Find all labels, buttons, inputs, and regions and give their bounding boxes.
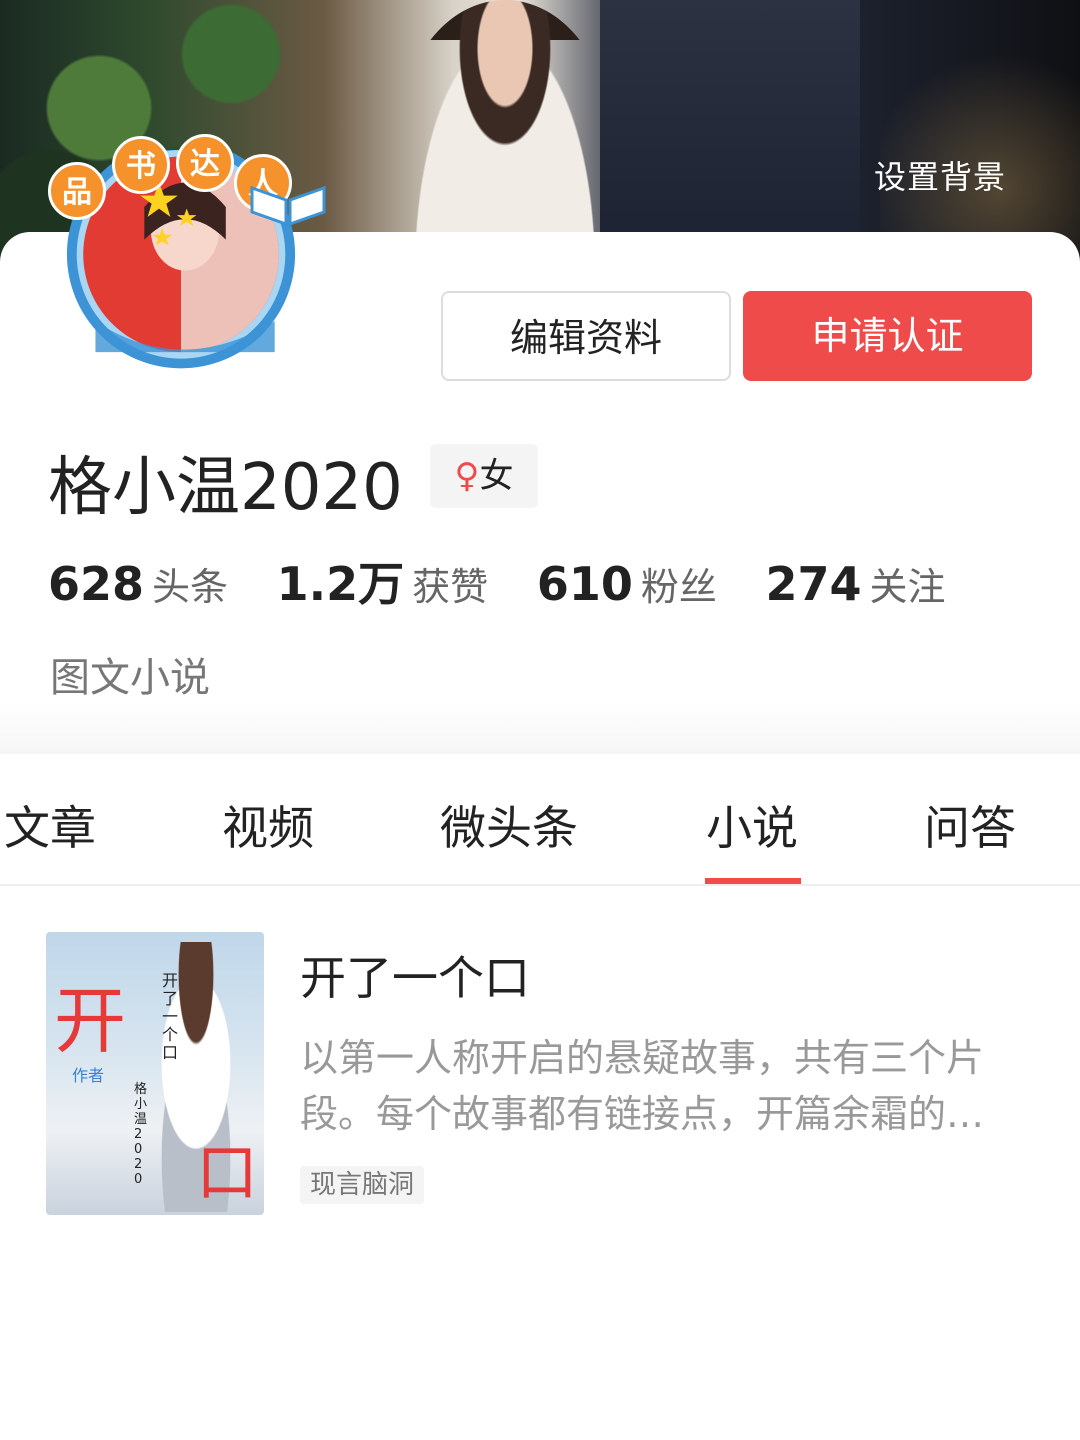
female-icon: ♀ xyxy=(454,456,480,496)
stat-value: 274 xyxy=(765,557,862,611)
tab-qa[interactable]: 问答 xyxy=(924,792,1016,858)
cover-title-left: 开 xyxy=(54,979,127,1063)
stat-label: 头条 xyxy=(152,565,229,609)
banner-man-figure xyxy=(600,0,860,270)
stat-label: 粉丝 xyxy=(640,565,717,609)
novel-description: 以第一人称开启的悬疑故事，共有三个片段。每个故事都有链接点，开篇余霜的… xyxy=(300,1036,985,1136)
tab-novels[interactable]: 小说 xyxy=(706,792,798,858)
cover-author-label: 作者 xyxy=(72,1066,105,1085)
apply-verification-button[interactable]: 申请认证 xyxy=(743,291,1032,381)
novel-cover[interactable]: 开 开了一个口 作者 格小温2020 口 xyxy=(46,932,264,1215)
book-icon xyxy=(250,185,326,227)
edit-profile-button[interactable]: 编辑资料 xyxy=(441,291,731,381)
cover-title-right: 口 xyxy=(196,1136,259,1209)
set-background-button[interactable]: 设置背景 xyxy=(874,152,1006,198)
cover-author: 格小温2020 xyxy=(134,1082,148,1187)
novel-title[interactable]: 开了一个口 xyxy=(300,942,530,1008)
tab-articles[interactable]: 文章 xyxy=(4,792,96,858)
stat-likes[interactable]: 1.2万 获赞 xyxy=(277,548,489,614)
avatar[interactable]: 品 书 达 人 xyxy=(36,134,326,420)
tab-videos[interactable]: 视频 xyxy=(222,792,314,858)
section-divider xyxy=(0,702,1080,754)
stat-followers[interactable]: 610 粉丝 xyxy=(537,556,717,611)
gender-label: 女 xyxy=(479,456,514,496)
badge-char-1: 品 xyxy=(48,162,106,220)
banner-sparkle xyxy=(880,0,1080,270)
profile-stats: 628 头条 1.2万 获赞 610 粉丝 274 关注 xyxy=(48,548,980,614)
active-tab-indicator xyxy=(705,878,801,884)
stat-label: 获赞 xyxy=(412,565,489,609)
banner-woman-figure xyxy=(400,0,610,270)
stat-following[interactable]: 274 关注 xyxy=(765,556,945,611)
stat-value: 610 xyxy=(536,557,633,611)
profile-intro: 图文小说 xyxy=(50,655,210,701)
stat-label: 关注 xyxy=(869,565,946,609)
stat-value: 628 xyxy=(48,557,145,611)
novel-genre-tag: 现言脑洞 xyxy=(300,1166,425,1204)
stat-posts[interactable]: 628 头条 xyxy=(48,556,228,611)
cover-vertical-title: 开了一个口 xyxy=(162,971,179,1062)
stat-value: 1.2万 xyxy=(276,557,405,611)
content-tabs: 文章 视频 微头条 小说 问答 xyxy=(0,754,1080,886)
profile-name: 格小温2020 xyxy=(48,451,403,525)
badge-char-2: 书 xyxy=(112,136,170,194)
badge-char-3: 达 xyxy=(176,134,234,192)
gender-badge: ♀女 xyxy=(430,444,538,508)
tab-micro-posts[interactable]: 微头条 xyxy=(440,792,578,858)
